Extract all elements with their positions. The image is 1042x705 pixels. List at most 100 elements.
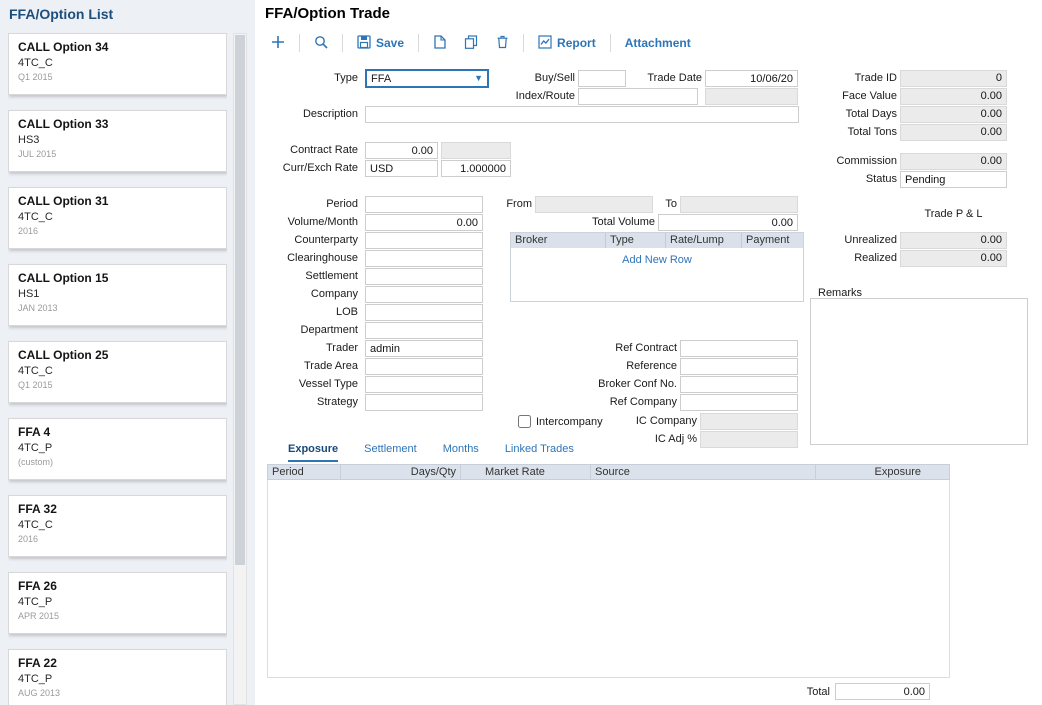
- tab-exposure[interactable]: Exposure: [288, 443, 338, 462]
- trade-id-field: 0: [900, 70, 1007, 87]
- option-period: Q1 2015: [18, 72, 217, 82]
- ic-company-label: IC Company: [597, 414, 697, 429]
- option-code: 4TC_C: [18, 57, 217, 69]
- volume-month-label: Volume/Month: [255, 215, 358, 230]
- unrealized-label: Unrealized: [797, 233, 897, 248]
- delete-button[interactable]: [492, 33, 513, 54]
- currency-input[interactable]: [365, 160, 438, 177]
- save-button[interactable]: Save: [353, 33, 408, 54]
- days-qty-column-header: Days/Qty: [341, 465, 461, 479]
- period-column-header: Period: [268, 465, 341, 479]
- toolbar-divider: [342, 34, 343, 52]
- payment-column-header: Payment: [742, 233, 803, 248]
- contract-rate-input[interactable]: [365, 142, 438, 159]
- vessel-type-input[interactable]: [365, 376, 483, 393]
- total-volume-input[interactable]: [658, 214, 798, 231]
- contract-rate-aux-field: [441, 142, 511, 159]
- total-input[interactable]: [835, 683, 930, 700]
- strategy-input[interactable]: [365, 394, 483, 411]
- option-code: 4TC_P: [18, 442, 217, 454]
- intercompany-checkbox[interactable]: [518, 415, 531, 428]
- trader-input[interactable]: [365, 340, 483, 357]
- description-input[interactable]: [365, 106, 799, 123]
- exch-rate-input[interactable]: [441, 160, 511, 177]
- option-name: FFA 26: [18, 579, 217, 593]
- remarks-textarea[interactable]: [810, 298, 1028, 445]
- add-button[interactable]: [267, 33, 289, 54]
- department-input[interactable]: [365, 322, 483, 339]
- lob-input[interactable]: [365, 304, 483, 321]
- exposure-column-header: Exposure: [816, 465, 949, 479]
- trade-area-input[interactable]: [365, 358, 483, 375]
- search-button[interactable]: [310, 33, 332, 54]
- ic-adj-label: IC Adj %: [597, 432, 697, 447]
- vessel-type-label: Vessel Type: [255, 377, 358, 392]
- option-code: HS3: [18, 134, 217, 146]
- sidebar-scrollbar-thumb[interactable]: [235, 35, 245, 565]
- counterparty-input[interactable]: [365, 232, 483, 249]
- new-document-button[interactable]: [429, 33, 450, 54]
- option-code: 4TC_P: [18, 596, 217, 608]
- list-item[interactable]: CALL Option 25 4TC_C Q1 2015: [8, 341, 227, 403]
- status-label: Status: [797, 172, 897, 187]
- commission-field: 0.00: [900, 153, 1007, 170]
- plus-icon: [271, 35, 285, 52]
- list-item[interactable]: FFA 26 4TC_P APR 2015: [8, 572, 227, 634]
- page-title: FFA/Option Trade: [265, 5, 390, 22]
- settlement-input[interactable]: [365, 268, 483, 285]
- ref-contract-label: Ref Contract: [577, 341, 677, 356]
- rate-lump-column-header: Rate/Lump: [666, 233, 742, 248]
- index-route-input[interactable]: [578, 88, 698, 105]
- list-item[interactable]: CALL Option 15 HS1 JAN 2013: [8, 264, 227, 326]
- exposure-table-header: Period Days/Qty Market Rate Source Expos…: [267, 464, 950, 480]
- report-button[interactable]: Report: [534, 33, 600, 54]
- total-tons-field: 0.00: [900, 124, 1007, 141]
- toolbar: Save Report Attachment: [267, 30, 695, 56]
- option-period: Q1 2015: [18, 380, 217, 390]
- broker-conf-no-label: Broker Conf No.: [577, 377, 677, 392]
- list-item[interactable]: CALL Option 31 4TC_C 2016: [8, 187, 227, 249]
- company-input[interactable]: [365, 286, 483, 303]
- broker-table: Broker Type Rate/Lump Payment Add New Ro…: [510, 232, 804, 302]
- reference-input[interactable]: [680, 358, 798, 375]
- exposure-table: Period Days/Qty Market Rate Source Expos…: [267, 464, 950, 678]
- list-item[interactable]: FFA 4 4TC_P (custom): [8, 418, 227, 480]
- total-days-field: 0.00: [900, 106, 1007, 123]
- department-label: Department: [255, 323, 358, 338]
- total-days-label: Total Days: [797, 107, 897, 122]
- option-code: 4TC_P: [18, 673, 217, 685]
- volume-month-input[interactable]: [365, 214, 483, 231]
- list-item[interactable]: FFA 32 4TC_C 2016: [8, 495, 227, 557]
- option-name: CALL Option 33: [18, 117, 217, 131]
- copy-button[interactable]: [460, 33, 482, 54]
- ref-contract-input[interactable]: [680, 340, 798, 357]
- option-period: 2016: [18, 226, 217, 236]
- option-name: FFA 32: [18, 502, 217, 516]
- trade-date-input[interactable]: [705, 70, 798, 87]
- to-label: To: [607, 197, 677, 212]
- option-name: CALL Option 31: [18, 194, 217, 208]
- tab-linked-trades[interactable]: Linked Trades: [505, 443, 574, 462]
- tab-settlement[interactable]: Settlement: [364, 443, 417, 462]
- option-code: 4TC_C: [18, 365, 217, 377]
- list-item[interactable]: CALL Option 34 4TC_C Q1 2015: [8, 33, 227, 95]
- type-select[interactable]: FFA ▼: [365, 69, 489, 88]
- list-item[interactable]: FFA 22 4TC_P AUG 2013: [8, 649, 227, 705]
- tab-months[interactable]: Months: [443, 443, 479, 462]
- sidebar-scrollbar[interactable]: [233, 33, 247, 705]
- broker-conf-no-input[interactable]: [680, 376, 798, 393]
- attachment-button[interactable]: Attachment: [621, 34, 695, 52]
- list-item[interactable]: CALL Option 33 HS3 JUL 2015: [8, 110, 227, 172]
- type-label: Type: [255, 71, 358, 86]
- broker-table-header: Broker Type Rate/Lump Payment: [511, 233, 803, 248]
- ref-company-input[interactable]: [680, 394, 798, 411]
- contract-rate-label: Contract Rate: [255, 143, 358, 158]
- type-column-header: Type: [606, 233, 666, 248]
- total-tons-label: Total Tons: [797, 125, 897, 140]
- settlement-label: Settlement: [255, 269, 358, 284]
- option-code: 4TC_C: [18, 519, 217, 531]
- add-new-row-link[interactable]: Add New Row: [511, 254, 803, 266]
- clearinghouse-input[interactable]: [365, 250, 483, 267]
- trader-label: Trader: [255, 341, 358, 356]
- status-input[interactable]: [900, 171, 1007, 188]
